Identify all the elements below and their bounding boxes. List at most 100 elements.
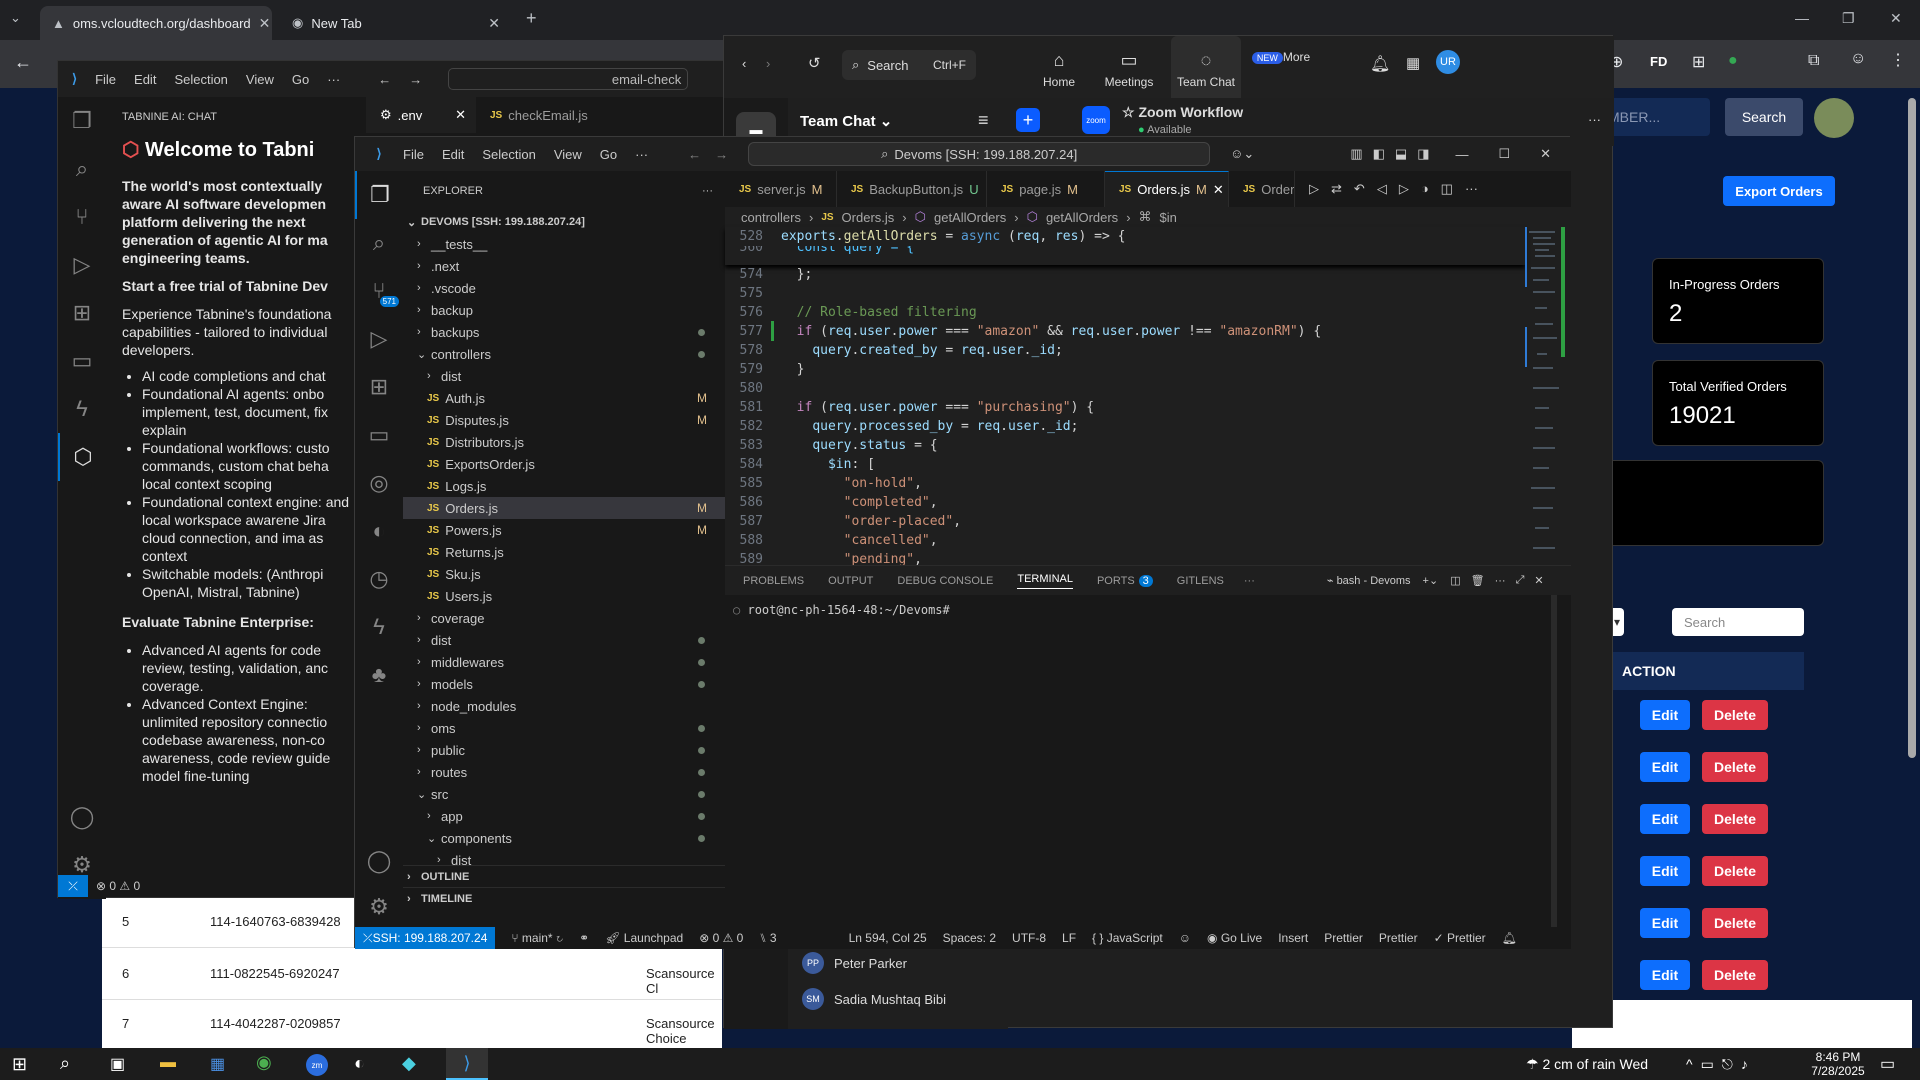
- minimize-icon[interactable]: —: [1795, 10, 1809, 26]
- code-line[interactable]: 582 query.processed_by = req.user._id;: [725, 417, 1525, 436]
- tab-debug-console[interactable]: DEBUG CONSOLE: [897, 575, 993, 587]
- code-line[interactable]: 587 "order-placed",: [725, 512, 1525, 531]
- tree-folder[interactable]: › node_modules: [403, 695, 725, 717]
- account-icon[interactable]: ◯: [58, 793, 106, 841]
- edit-button[interactable]: Edit: [1640, 960, 1690, 990]
- menu-file[interactable]: File: [403, 147, 424, 162]
- code-line[interactable]: 579 }: [725, 360, 1525, 379]
- puzzle-icon[interactable]: ⧉: [1808, 52, 1819, 70]
- list-item[interactable]: PP Peter Parker: [802, 952, 907, 974]
- files-icon[interactable]: ❐: [355, 171, 403, 219]
- delete-button[interactable]: Delete: [1702, 752, 1768, 782]
- remote-explorer-icon[interactable]: ▭: [58, 337, 106, 385]
- menu-view[interactable]: View: [246, 72, 274, 87]
- search-icon[interactable]: ⌕: [355, 219, 403, 267]
- edit-button[interactable]: Edit: [1640, 856, 1690, 886]
- tree-folder[interactable]: › .vscode: [403, 277, 725, 299]
- tab-gitlens[interactable]: GITLENS: [1177, 575, 1224, 587]
- clock[interactable]: 8:46 PM 7/28/2025: [1808, 1050, 1868, 1078]
- code-line[interactable]: 586 "completed",: [725, 493, 1525, 512]
- code-line[interactable]: 588 "cancelled",: [725, 531, 1525, 550]
- tree-file[interactable]: JS Users.js: [403, 585, 725, 607]
- search-input[interactable]: ⌕ Search Ctrl+F: [842, 50, 976, 80]
- bell-icon[interactable]: 🔔︎: [1502, 931, 1517, 945]
- calendar-icon[interactable]: ▦: [1406, 54, 1420, 72]
- more-icon[interactable]: ···: [702, 185, 713, 197]
- sync-icon[interactable]: ⚭: [579, 931, 589, 945]
- restore-icon[interactable]: ❐: [1842, 10, 1855, 27]
- bell-icon[interactable]: 🔔︎: [1370, 54, 1390, 74]
- breadcrumb-item[interactable]: Orders.js: [842, 210, 895, 225]
- lightning-icon[interactable]: ϟ: [58, 385, 106, 433]
- nav-more[interactable]: NEW More: [1246, 50, 1316, 68]
- prettier-status[interactable]: Prettier: [1324, 931, 1363, 945]
- run-debug-icon[interactable]: ▷: [58, 241, 106, 289]
- breadcrumb-item[interactable]: $in: [1160, 210, 1177, 225]
- tree-folder[interactable]: › dist: [403, 629, 725, 651]
- tab-page-js[interactable]: JS page.js M: [987, 171, 1105, 207]
- app-icon[interactable]: ◆: [402, 1053, 416, 1074]
- edit-button[interactable]: Edit: [1640, 700, 1690, 730]
- tab-ordere[interactable]: JSOrderE: [1229, 171, 1295, 207]
- nav-meetings[interactable]: ▭ Meetings: [1094, 50, 1164, 89]
- back-arrow-icon[interactable]: ←: [14, 52, 32, 73]
- more-icon[interactable]: ···: [1244, 575, 1255, 587]
- tab-output[interactable]: OUTPUT: [828, 575, 873, 587]
- profile-icon[interactable]: ☺: [1850, 50, 1866, 68]
- tab-terminal[interactable]: TERMINAL: [1017, 573, 1073, 589]
- python-icon[interactable]: ♣: [355, 651, 403, 699]
- outline-section[interactable]: › OUTLINE: [403, 865, 725, 887]
- extension-icon[interactable]: ⊞: [1692, 52, 1705, 72]
- tree-folder[interactable]: › routes: [403, 761, 725, 783]
- close-icon[interactable]: ✕: [259, 15, 271, 32]
- code-line[interactable]: 574 };: [725, 265, 1525, 284]
- code-line[interactable]: 578 query.created_by = req.user._id;: [725, 341, 1525, 360]
- forward-arrow-icon[interactable]: →: [409, 72, 422, 87]
- extensions-icon[interactable]: ⊞: [355, 363, 403, 411]
- delete-button[interactable]: Delete: [1702, 700, 1768, 730]
- next-change-icon[interactable]: ▷: [1399, 181, 1409, 197]
- menu-file[interactable]: File: [95, 72, 116, 87]
- code-line[interactable]: 580: [725, 379, 1525, 398]
- code-line[interactable]: 583 query.status = {: [725, 436, 1525, 455]
- command-center[interactable]: email-check: [448, 68, 689, 90]
- extension-icon[interactable]: ●: [1728, 52, 1738, 70]
- notification-icon[interactable]: ▭: [1880, 1054, 1895, 1074]
- go-live-status[interactable]: ◉ Go Live: [1207, 931, 1262, 945]
- toggle-secondary-icon[interactable]: ◨: [1417, 146, 1429, 162]
- code-line[interactable]: 575: [725, 284, 1525, 303]
- tab-problems[interactable]: PROBLEMS: [743, 575, 804, 587]
- code-line[interactable]: 576 // Role-based filtering: [725, 303, 1525, 322]
- search-icon[interactable]: ⌕: [60, 1053, 70, 1074]
- explorer-root[interactable]: ⌄ DEVOMS [SSH: 199.188.207.24]: [403, 211, 725, 233]
- file-explorer-icon[interactable]: ▬: [160, 1054, 176, 1072]
- menu-go[interactable]: Go: [292, 72, 309, 87]
- minimap[interactable]: [1525, 227, 1565, 567]
- menu-more[interactable]: ···: [327, 72, 340, 87]
- delete-button[interactable]: Delete: [1702, 856, 1768, 886]
- tab-checkemail[interactable]: JS checkEmail.js: [476, 97, 616, 133]
- back-arrow-icon[interactable]: ‹: [742, 56, 746, 71]
- maximize-panel-icon[interactable]: ⤢: [1516, 574, 1525, 587]
- delete-button[interactable]: Delete: [1702, 908, 1768, 938]
- docker-icon[interactable]: ◷: [355, 555, 403, 603]
- command-center[interactable]: ⌕ Devoms [SSH: 199.188.207.24]: [748, 142, 1211, 166]
- prettier-status[interactable]: Prettier: [1379, 931, 1418, 945]
- tree-file[interactable]: JS ExportsOrder.js: [403, 453, 725, 475]
- back-arrow-icon[interactable]: ←: [688, 147, 701, 162]
- maximize-icon[interactable]: ☐: [1499, 146, 1511, 162]
- tree-file[interactable]: JS Distributors.js: [403, 431, 725, 453]
- search-icon[interactable]: ⌕: [58, 145, 106, 193]
- code-line[interactable]: 577 if (req.user.power === "amazon" && r…: [725, 322, 1525, 341]
- close-panel-icon[interactable]: ✕: [1534, 574, 1543, 587]
- code-line[interactable]: 560 const query = {: [725, 246, 1525, 256]
- more-icon[interactable]: ···: [1588, 112, 1601, 127]
- tree-file[interactable]: JS Orders.js M: [403, 497, 725, 519]
- app-icon[interactable]: ◐: [354, 1053, 365, 1074]
- team-chat-title[interactable]: Team Chat ⌄: [800, 112, 892, 130]
- tree-folder[interactable]: › .next: [403, 255, 725, 277]
- indentation-status[interactable]: Spaces: 2: [943, 931, 996, 945]
- store-icon[interactable]: ▦: [210, 1054, 225, 1074]
- forward-arrow-icon[interactable]: →: [715, 147, 728, 162]
- tree-folder[interactable]: › coverage: [403, 607, 725, 629]
